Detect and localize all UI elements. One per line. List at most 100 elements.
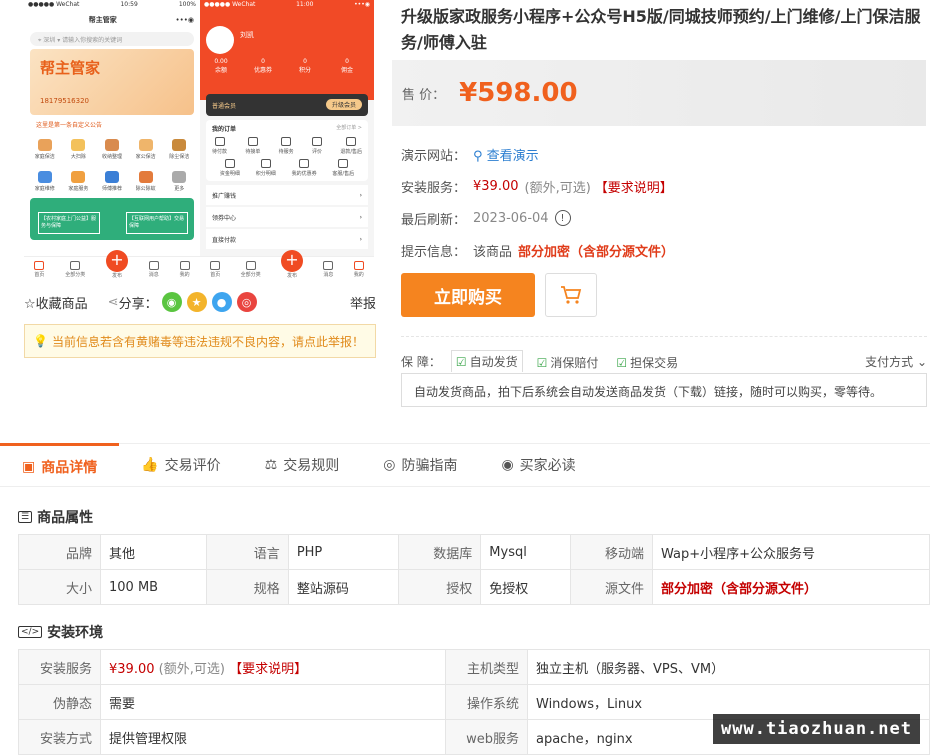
guarantee-tag-compensation[interactable]: ☑ 消保赔付 [533, 350, 603, 373]
qzone-icon[interactable]: ★ [186, 292, 207, 312]
list-label: 推广赚钱 [212, 192, 237, 200]
grid-item: 大扫除 [64, 132, 94, 160]
attributes-table: 品牌 其他 语言 PHP 数据库 Mysql 移动端 Wap+小程序+公众服务号 大小 1… [18, 534, 930, 605]
wechat-icon[interactable]: ◉ [161, 292, 182, 312]
tab-bar: 首页 全部分类 + 发布 消息 我的 [24, 250, 200, 282]
tab-label: 我的 [179, 272, 190, 278]
plus-icon: + [105, 250, 128, 272]
list-label: 直接付款 [212, 236, 237, 244]
buy-now-button[interactable]: 立即购买 [401, 273, 535, 317]
orders-all: 全部订单 > [336, 125, 362, 131]
env-value: 独立主机（服务器、VPS、VM） [527, 649, 930, 685]
weibo-icon[interactable]: ◎ [236, 292, 257, 312]
battery: 100% [178, 1, 196, 8]
env-key: 安装方式 [18, 719, 101, 755]
menu-dots-icon: •••◉ [354, 1, 370, 8]
check-icon: ☑ [616, 355, 628, 370]
list-label: 领券中心 [212, 214, 237, 222]
stat: 0 积分 [290, 58, 320, 74]
tab-buyer-notes[interactable]: ◉ 买家必读 [479, 443, 597, 487]
attr-value: 整站源码 [287, 569, 400, 605]
stat-value: 0 [345, 58, 349, 65]
tab-post: + 发布 [280, 250, 303, 279]
table-row: 安装服务 ¥39.00 (额外,可选) 【要求说明】 主机类型 独立主机（服务器、… [18, 649, 930, 685]
tab-home: 首页 [34, 261, 44, 278]
order-label: 退款/售后 [340, 149, 362, 155]
attr-key: 规格 [205, 569, 289, 605]
stat: 0 优惠券 [248, 58, 278, 74]
watermark: www.tiaozhuan.net [713, 714, 920, 744]
grid-label: 家庭维修 [34, 186, 55, 192]
qq-icon[interactable]: ● [211, 292, 232, 312]
demo-link[interactable]: ⚲ 查看演示 [473, 145, 539, 164]
product-screenshot[interactable]: ●●●●● WeChat 10:59 100% 帮主管家 •••◉ ⌖ 深圳 ▾ 请输… [24, 0, 374, 282]
demo-link-text: 查看演示 [486, 148, 539, 164]
env-key: 主机类型 [445, 649, 528, 685]
tool-label: 我的优惠券 [291, 171, 317, 177]
notice: 这里是第一条自定义公告 [36, 122, 103, 129]
attr-key: 语言 [205, 534, 289, 570]
order-status: 评价 [311, 137, 322, 155]
product-title: 升级版家政服务小程序+公众号H5版/同城技师预约/上门维修/上门保洁服务/师傅入… [401, 7, 921, 52]
report-link[interactable]: 举报 [350, 293, 376, 312]
tab-label: 我的 [353, 272, 364, 278]
grid-label: 家庭保洁 [34, 154, 55, 160]
plus-icon: + [280, 250, 303, 272]
tag-label: 自动发货 [469, 355, 518, 369]
tab-product-details[interactable]: ▣ 商品详情 [0, 443, 120, 487]
tab-trade-rules[interactable]: ⚖ 交易规则 [243, 443, 362, 487]
tab-reviews[interactable]: 👍 交易评价 [119, 443, 242, 487]
tab-anti-fraud[interactable]: ◎ 防骗指南 [361, 443, 479, 487]
lightbulb-icon: 💡 [33, 334, 48, 348]
cart-icon [561, 286, 582, 304]
env-key: 操作系统 [445, 684, 528, 720]
env-key: 伪静态 [18, 684, 101, 720]
install-price: ¥39.00 [473, 178, 519, 194]
phone-home-screen: ●●●●● WeChat 10:59 100% 帮主管家 •••◉ ⌖ 深圳 ▾ 请输… [24, 0, 200, 282]
env-value: 需要 [100, 684, 446, 720]
report-warning[interactable]: 💡 当前信息若含有黄赌毒等违法违规不良内容，请点此举报！ [24, 324, 376, 358]
order-status: 待服务 [279, 137, 294, 155]
tab-label: 发布 [111, 273, 122, 279]
favorite-label: 收藏商品 [35, 296, 88, 312]
order-label: 评价 [311, 149, 322, 155]
code-icon: </> [18, 626, 43, 638]
grid-label: 家公保洁 [135, 154, 156, 160]
info-icon[interactable]: ! [554, 210, 571, 226]
install-requirements-link[interactable]: 【要求说明】 [229, 662, 307, 677]
refresh-label: 最后刷新： [401, 212, 467, 228]
guarantee-tag-auto-delivery[interactable]: ☑ 自动发货 [450, 350, 523, 372]
search-placeholder: 请输入你搜索的关键词 [62, 37, 123, 44]
attr-key: 数据库 [398, 534, 482, 570]
stat-value: 0 [303, 58, 307, 65]
grid-label: 更多 [174, 186, 185, 192]
phone-profile-screen: ●●●●● WeChat 11:00 •••◉ 刘凯 0.00 余额 0 优惠券 0 积分… [200, 0, 374, 282]
tab-label: 商品详情 [41, 459, 98, 476]
payment-methods-dropdown[interactable]: 支付方式 ⌄ [865, 353, 927, 370]
tip-emphasis: 部分加密（含部分源文件） [518, 244, 675, 260]
avatar [206, 26, 234, 54]
grid-item: 师傅推荐 [97, 164, 127, 192]
divider [401, 336, 927, 337]
bulb-icon: ◎ [383, 457, 396, 473]
profile-header: ●●●●● WeChat 11:00 •••◉ 刘凯 0.00 余额 0 优惠券 0 积分… [200, 0, 374, 100]
thumbs-up-icon: 👍 [141, 457, 159, 473]
tab-bar: 首页 全部分类 + 发布 消息 我的 [200, 250, 374, 282]
stat-label: 优惠券 [253, 67, 272, 74]
warning-text: 当前信息若含有黄赌毒等违法违规不良内容，请点此举报！ [51, 334, 364, 349]
menu-dots-icon: •••◉ [175, 16, 195, 24]
favorite-button[interactable]: ☆收藏商品 [24, 293, 88, 312]
order-status: 待接单 [245, 137, 260, 155]
env-value: ¥39.00 (额外,可选) 【要求说明】 [100, 649, 446, 685]
tag-label: 担保交易 [630, 355, 679, 370]
guarantee-tag-escrow[interactable]: ☑ 担保交易 [612, 350, 682, 373]
add-to-cart-button[interactable] [545, 273, 597, 317]
tip-row: 提示信息： 该商品 部分加密（含部分源文件） [401, 240, 674, 260]
install-requirements-link[interactable]: 【要求说明】 [595, 177, 673, 196]
order-label: 待服务 [278, 149, 294, 155]
user-name: 刘凯 [240, 31, 254, 39]
stat-label: 积分 [298, 67, 311, 74]
order-status: 待付款 [212, 137, 227, 155]
attr-value: PHP [287, 534, 400, 570]
vip-label: 普通会员 [212, 103, 237, 110]
